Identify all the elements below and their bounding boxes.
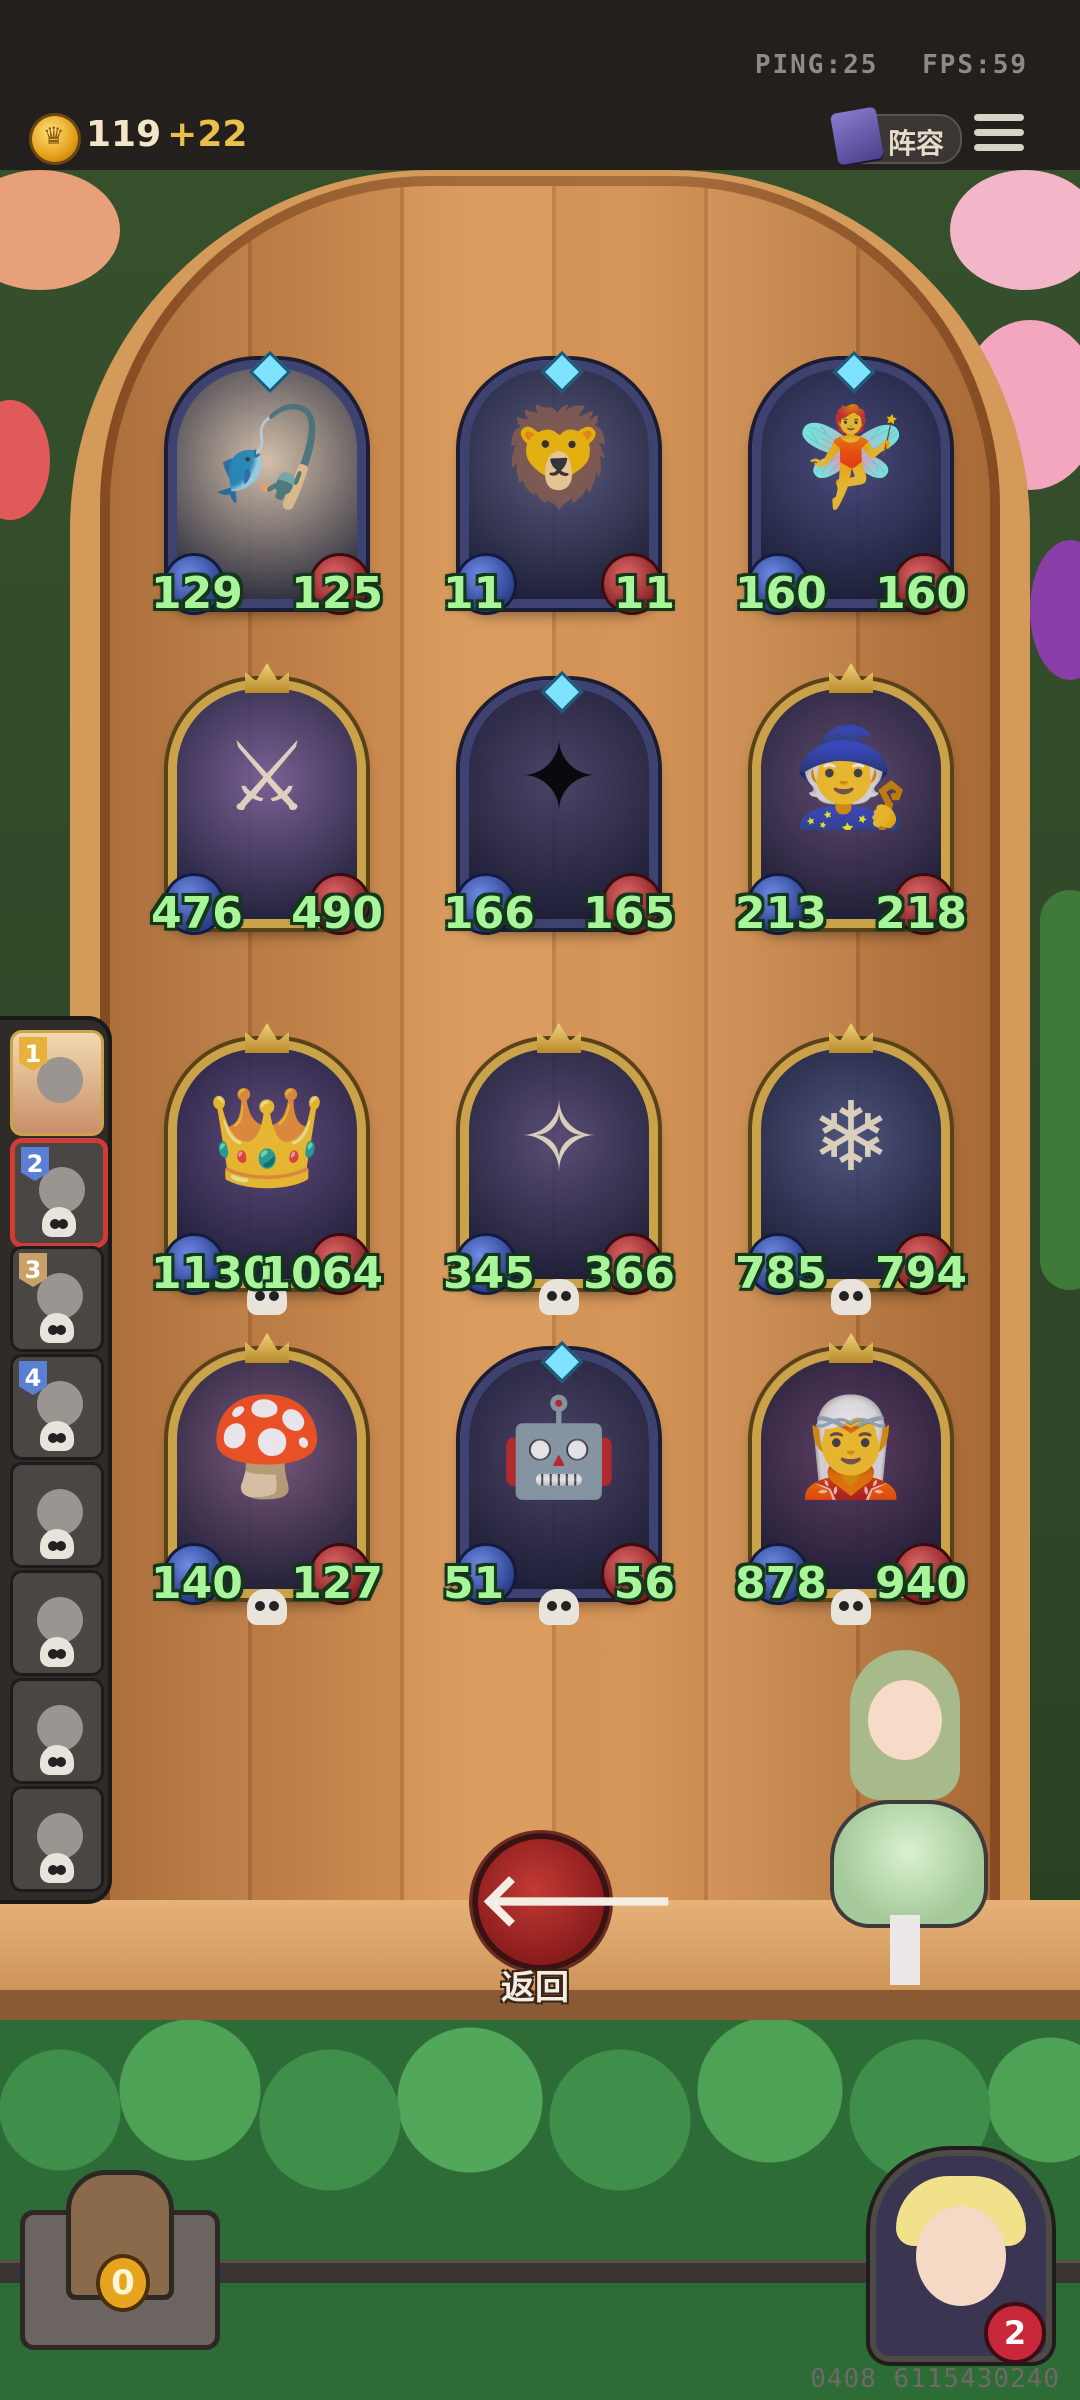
health-value: 490 — [291, 888, 383, 939]
skull-icon — [40, 1853, 74, 1883]
minion-card-fairy[interactable]: 🧚 160 160 — [735, 350, 967, 619]
attack-value: 166 — [443, 888, 535, 939]
build-code: 0408 6115430240 — [810, 2364, 1060, 2394]
queue-slot[interactable]: 3 — [10, 1246, 104, 1352]
skull-icon — [831, 1279, 871, 1315]
minion-portrait-icon: 🧝 — [791, 1391, 911, 1503]
queue-slot[interactable]: 4 — [10, 1354, 104, 1460]
opponent-face — [37, 1705, 83, 1751]
health-value: 11 — [613, 568, 675, 619]
flower-decoration — [0, 400, 50, 520]
attack-value: 476 — [151, 888, 243, 939]
skull-icon — [247, 1589, 287, 1625]
vine-decoration — [1040, 890, 1080, 1290]
minion-card-elf-queen[interactable]: 🧝 878 940 — [735, 1333, 967, 1625]
minion-portrait-icon: 🦁 — [499, 401, 619, 513]
queue-slot[interactable] — [10, 1786, 104, 1892]
health-value: 366 — [583, 1248, 675, 1299]
menu-icon[interactable] — [974, 114, 1024, 158]
lineup-button[interactable]: 阵容 — [829, 106, 962, 166]
minion-portrait-icon: 🎣 — [207, 401, 327, 513]
queue-slot[interactable] — [10, 1462, 104, 1568]
hero-badge: 2 — [984, 2302, 1046, 2364]
minion-card-blue-witch[interactable]: ✧ 345 366 — [443, 1023, 675, 1315]
skull-icon — [40, 1313, 74, 1343]
attack-value: 785 — [735, 1248, 827, 1299]
health-value: 165 — [583, 888, 675, 939]
attack-value: 129 — [151, 568, 243, 619]
minion-portrait-icon: 🧚 — [791, 401, 911, 513]
chest-count: 0 — [96, 2254, 150, 2312]
health-value: 160 — [875, 568, 967, 619]
health-value: 940 — [875, 1558, 967, 1609]
skull-icon — [42, 1207, 76, 1237]
minion-card-fisherman[interactable]: 🎣 129 125 — [151, 350, 383, 619]
fps-readout: FPS:59 — [922, 50, 1028, 80]
back-arrow-icon: 🡐 — [478, 1857, 677, 1943]
health-value: 127 — [291, 1558, 383, 1609]
health-value: 1064 — [260, 1248, 383, 1299]
minion-portrait-icon: ✦ — [518, 721, 600, 833]
gold-amount: 119 — [86, 114, 162, 155]
minion-card-mushroom-creature[interactable]: 🍄 140 127 — [151, 1333, 383, 1625]
player-character — [830, 1650, 988, 1985]
treasure-chest[interactable]: 0 — [20, 2170, 220, 2350]
top-bar: PING:25 FPS:59 119+22 阵容 — [0, 0, 1080, 170]
gold-gain: +22 — [167, 114, 248, 155]
attack-value: 51 — [443, 1558, 505, 1609]
book-icon — [829, 106, 885, 166]
minion-portrait-icon: ✧ — [518, 1081, 600, 1193]
minion-portrait-icon: ❄ — [810, 1081, 892, 1193]
minion-portrait-icon: 👑 — [207, 1081, 327, 1193]
skull-icon — [40, 1529, 74, 1559]
queue-slot[interactable]: 2 — [10, 1138, 108, 1248]
attack-value: 11 — [443, 568, 505, 619]
minion-card-sorceress[interactable]: ✦ 166 165 — [443, 670, 675, 939]
skull-icon — [40, 1421, 74, 1451]
opponent-face — [37, 1489, 83, 1535]
skull-icon — [539, 1589, 579, 1625]
health-value: 794 — [875, 1248, 967, 1299]
minion-portrait-icon: 🧙 — [791, 721, 911, 833]
queue-slot[interactable] — [10, 1678, 104, 1784]
health-value: 56 — [613, 1558, 675, 1609]
health-value: 218 — [875, 888, 967, 939]
queue-slot[interactable] — [10, 1570, 104, 1676]
minion-card-space-mech[interactable]: 🤖 51 56 — [443, 1340, 675, 1625]
minion-portrait-icon: 🤖 — [499, 1391, 619, 1503]
minion-card-frost-beast[interactable]: ❄ 785 794 — [735, 1023, 967, 1315]
attack-value: 1130 — [151, 1248, 274, 1299]
minion-card-golden-lion[interactable]: 🦁 11 11 — [443, 350, 675, 619]
minion-card-king[interactable]: 👑 1130 1064 — [151, 1023, 383, 1315]
minion-portrait-icon: 🍄 — [207, 1391, 327, 1503]
gold-counter: 119 +22 — [86, 114, 247, 155]
network-stats: PING:25 FPS:59 — [729, 50, 1028, 80]
minion-portrait-icon: ⚔ — [223, 721, 311, 833]
minion-card-golden-warriors[interactable]: ⚔ 476 490 — [151, 663, 383, 939]
back-button[interactable]: 🡐 — [472, 1833, 677, 1971]
minion-card-shadow-wizard[interactable]: 🧙 213 218 — [735, 663, 967, 939]
opponent-face — [37, 1597, 83, 1643]
attack-value: 345 — [443, 1248, 535, 1299]
attack-value: 160 — [735, 568, 827, 619]
attack-value: 213 — [735, 888, 827, 939]
flower-decoration — [1030, 540, 1080, 680]
back-label: 返回 — [501, 1968, 569, 2008]
gold-coin-icon — [32, 116, 78, 162]
opponent-face — [37, 1813, 83, 1859]
queue-slot[interactable]: 1 — [10, 1030, 104, 1136]
health-value: 125 — [291, 568, 383, 619]
skull-icon — [539, 1279, 579, 1315]
skull-icon — [831, 1589, 871, 1625]
lineup-label: 阵容 — [888, 127, 945, 160]
skull-icon — [40, 1745, 74, 1775]
ping-readout: PING:25 — [754, 50, 879, 80]
opponent-queue: 1234 — [0, 1020, 108, 1900]
skull-icon — [40, 1637, 74, 1667]
attack-value: 140 — [151, 1558, 243, 1609]
attack-value: 878 — [735, 1558, 827, 1609]
